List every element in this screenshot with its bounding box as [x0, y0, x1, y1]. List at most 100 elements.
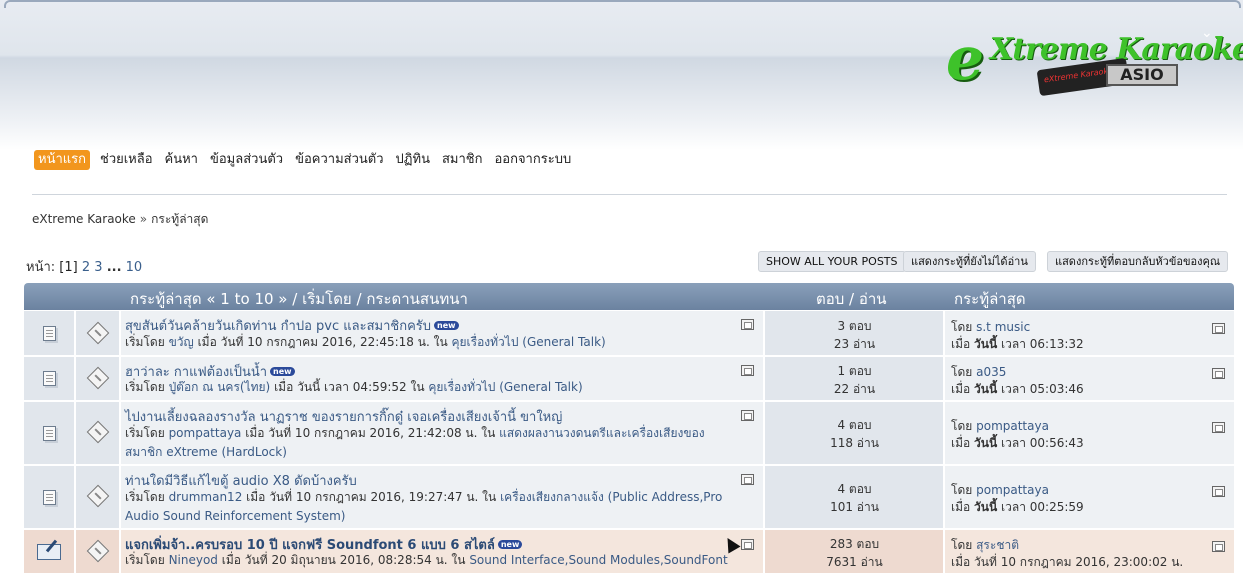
topic-author[interactable]: ปู่ต๊อก ณ นคร(ไทย): [169, 380, 271, 394]
go-to-new-icon[interactable]: [741, 410, 754, 421]
meta-prefix: เริ่มโดย: [125, 380, 165, 394]
last-post-icon[interactable]: [1212, 368, 1225, 379]
topic-type-icon: [86, 539, 110, 563]
last-post-icon[interactable]: [1212, 422, 1225, 433]
topic-doc-icon: [43, 490, 56, 505]
row-subject-cell: ฮาว่าละ กาแฟต้องเป็นน้ำ new เริ่มโดย ปู่ต…: [121, 357, 764, 400]
topic-date: เมื่อ วันนี้ เวลา 04:59:52 ใน: [274, 380, 425, 394]
topic-author[interactable]: pompattaya: [169, 426, 242, 440]
last-post-author[interactable]: a035: [976, 365, 1006, 379]
meta-prefix: เริ่มโดย: [125, 490, 165, 504]
pagination-page-2[interactable]: 2: [82, 260, 90, 275]
go-to-new-icon[interactable]: [741, 474, 754, 485]
replies-count: 4 ตอบ: [837, 482, 872, 496]
last-post-icon[interactable]: [1212, 541, 1225, 552]
last-when-day: วันนี้: [974, 436, 998, 450]
row-type-cell: [76, 402, 120, 464]
header-subject[interactable]: กระทู้ล่าสุด « 1 to 10 » / เริ่มโดย / กร…: [130, 287, 468, 311]
go-to-new-icon[interactable]: [741, 365, 754, 376]
usb-label: eXtreme Karaoke: [1043, 65, 1114, 85]
row-last-post-cell: โดย pompattaya เมื่อ วันนี้ เวลา 00:56:4…: [945, 402, 1234, 464]
breadcrumb-home[interactable]: eXtreme Karaoke: [32, 212, 136, 226]
pagination: หน้า: [1] 2 3 ... 10: [26, 256, 142, 277]
last-by-prefix: โดย: [951, 365, 973, 379]
menu-item-home[interactable]: หน้าแรก: [34, 150, 90, 170]
new-badge: new: [270, 367, 295, 376]
meta-prefix: เริ่มโดย: [125, 426, 165, 440]
row-subject-cell: ไปงานเลี้ยงฉลองรางวัล นาฏราช ของรายการกิ…: [121, 402, 764, 464]
menu-item-calendar[interactable]: ปฏิทิน: [390, 150, 436, 170]
topic-doc-icon: [43, 326, 56, 341]
menu-item-help[interactable]: ช่วยเหลือ: [94, 150, 159, 170]
topic-title-text[interactable]: สุขสันต์วันคล้ายวันเกิดท่าน กำปอ pvc และ…: [125, 319, 431, 334]
topic-author[interactable]: Nineyod: [169, 553, 218, 567]
views-count: 101 อ่าน: [830, 500, 879, 514]
replies-count: 1 ตอบ: [837, 364, 872, 378]
new-badge: new: [434, 321, 459, 330]
last-when-rest: เวลา 00:56:43: [1001, 436, 1084, 450]
go-to-new-icon[interactable]: [741, 319, 754, 330]
topic-author[interactable]: ขวัญ: [169, 335, 194, 349]
table-row: ฮาว่าละ กาแฟต้องเป็นน้ำ new เริ่มโดย ปู่ต…: [24, 357, 1234, 401]
row-subject-cell: แจกเพิ่มจ้า..ครบรอบ 10 ปี แจกฟรี Soundfo…: [121, 530, 764, 573]
topic-meta: เริ่มโดย ปู่ต๊อก ณ นคร(ไทย) เมื่อ วันนี้…: [125, 378, 740, 397]
topic-author[interactable]: drumman12: [169, 490, 243, 504]
row-icon-cell: [24, 402, 75, 464]
pagination-label: หน้า:: [26, 260, 56, 275]
topic-title-text[interactable]: ท่านใดมีวิธีแก้ไขตู้ audio X8 ดัดบ้างครั…: [125, 474, 357, 489]
row-last-post-cell: โดย pompattaya เมื่อ วันนี้ เวลา 00:25:5…: [945, 466, 1234, 528]
pagination-last-page[interactable]: 10: [126, 260, 143, 275]
last-post-author[interactable]: pompattaya: [976, 419, 1049, 433]
show-all-posts-button[interactable]: SHOW ALL YOUR POSTS: [758, 251, 906, 272]
menu-item-messages[interactable]: ข้อความส่วนตัว: [289, 150, 389, 170]
last-when-prefix: เมื่อ: [951, 337, 971, 351]
menu-item-profile[interactable]: ข้อมูลส่วนตัว: [204, 150, 289, 170]
menu-item-members[interactable]: สมาชิก: [436, 150, 489, 170]
views-count: 23 อ่าน: [833, 337, 876, 351]
pagination-page-3[interactable]: 3: [94, 260, 102, 275]
last-post-author[interactable]: s.t music: [976, 320, 1030, 334]
pagination-ellipsis: ...: [106, 260, 122, 275]
topic-board[interactable]: คุยเรื่องทั่วไป (General Talk): [428, 380, 582, 394]
last-post-icon[interactable]: [1212, 323, 1225, 334]
topic-meta: เริ่มโดย ขวัญ เมื่อ วันที่ 10 กรกฎาคม 20…: [125, 333, 740, 352]
row-icon-cell: [24, 311, 75, 355]
row-icon-cell: [24, 530, 75, 573]
breadcrumb-current[interactable]: กระทู้ล่าสุด: [151, 212, 208, 226]
menu-item-search[interactable]: ค้นหา: [159, 150, 204, 170]
last-post-author[interactable]: สุระชาติ: [976, 538, 1019, 552]
unread-topics-button[interactable]: แสดงกระทู้ที่ยังไม่ได้อ่าน: [903, 251, 1036, 272]
row-subject-cell: สุขสันต์วันคล้ายวันเกิดท่าน กำปอ pvc และ…: [121, 311, 764, 355]
site-logo[interactable]: e Xtreme Karaoke eXtreme Karaoke ASIO: [946, 12, 1243, 116]
last-when-prefix: เมื่อ: [951, 555, 971, 569]
topic-date: เมื่อ วันที่ 10 กรกฎาคม 2016, 22:45:18 น…: [197, 335, 448, 349]
replies-count: 283 ตอบ: [829, 537, 880, 551]
row-stats-cell: 4 ตอบ 118 อ่าน: [765, 402, 944, 464]
menu-item-logout[interactable]: ออกจากระบบ: [488, 150, 577, 170]
last-when-prefix: เมื่อ: [951, 436, 971, 450]
replies-to-my-topics-button[interactable]: แสดงกระทู้ที่ตอบกลับหัวข้อของคุณ: [1047, 251, 1229, 272]
topic-title-text[interactable]: ไปงานเลี้ยงฉลองรางวัล นาฏราช ของรายการกิ…: [125, 410, 562, 425]
collapse-header-icon[interactable]: ⌄: [1201, 26, 1217, 40]
main-menu: หน้าแรก ช่วยเหลือ ค้นหา ข้อมูลส่วนตัว ข้…: [34, 149, 577, 171]
last-post-icon[interactable]: [1212, 486, 1225, 497]
topic-board[interactable]: คุยเรื่องทั่วไป (General Talk): [451, 335, 605, 349]
topic-board[interactable]: Sound Interface,Sound Modules,SoundFont: [469, 553, 727, 567]
views-count: 118 อ่าน: [830, 436, 879, 450]
meta-prefix: เริ่มโดย: [125, 335, 165, 349]
last-when-rest: เวลา 00:25:59: [1001, 500, 1084, 514]
row-stats-cell: 3 ตอบ 23 อ่าน: [765, 311, 944, 355]
topic-date: เมื่อ วันที่ 10 กรกฎาคม 2016, 19:27:47 น…: [246, 490, 497, 504]
header-stats[interactable]: ตอบ / อ่าน: [816, 287, 887, 311]
table-row: ไปงานเลี้ยงฉลองรางวัล นาฏราช ของรายการกิ…: [24, 402, 1234, 465]
topic-doc-icon: [43, 426, 56, 441]
last-post-time: เมื่อ วันนี้ เวลา 00:25:59: [951, 498, 1084, 517]
header-last-post[interactable]: กระทู้ล่าสุด: [954, 287, 1026, 311]
go-to-new-icon[interactable]: [741, 539, 754, 550]
breadcrumb: eXtreme Karaoke» กระทู้ล่าสุด: [32, 210, 208, 229]
last-post-author[interactable]: pompattaya: [976, 483, 1049, 497]
views-count: 7631 อ่าน: [826, 555, 883, 569]
table-row: แจกเพิ่มจ้า..ครบรอบ 10 ปี แจกฟรี Soundfo…: [24, 530, 1234, 573]
last-when-prefix: เมื่อ: [951, 500, 971, 514]
row-stats-cell: 283 ตอบ 7631 อ่าน: [765, 530, 944, 573]
